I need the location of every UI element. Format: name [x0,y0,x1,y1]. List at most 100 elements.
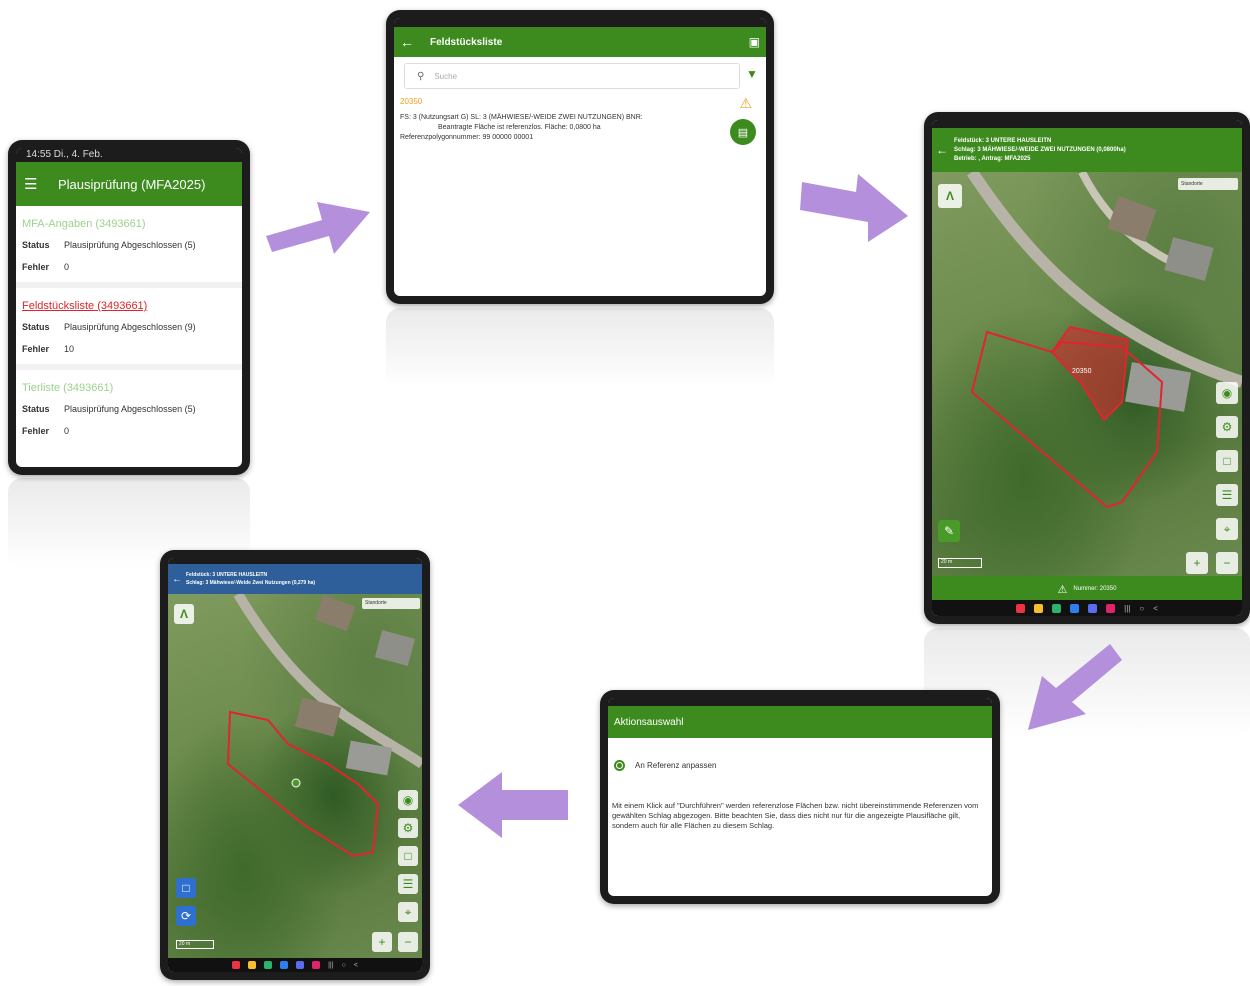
flow-arrow-1 [266,202,370,254]
app-icon[interactable] [312,961,321,969]
app-icon[interactable] [280,961,289,969]
layer-box-icon[interactable]: □ [1216,450,1238,472]
app-bar: ☰ Plausiprüfung (MFA2025) [16,162,242,206]
layer-box-icon[interactable]: □ [398,846,418,866]
info-bar[interactable]: ⚠ Nummer: 20350 [932,576,1242,602]
status-bar [932,120,1242,128]
radio-label: An Referenz anpassen [635,761,717,770]
app-bar: ← Feldstücksliste ▣ [394,27,766,57]
header-line3: Betrieb: , Antrag: MFA2025 [954,155,1031,162]
android-nav-bar: ||| ○ < [932,600,1242,616]
recents-icon[interactable]: ||| [1124,604,1130,613]
zoom-out-button[interactable]: − [1216,552,1238,574]
flow-arrow-4 [458,772,568,838]
map-view[interactable]: 20350 Λ Standorte ◉ ⚙ □ ☰ ⌖ ✎ + − 20 m [932,172,1242,576]
recents-icon[interactable]: ||| [328,962,333,969]
legend-box[interactable]: Standorte [1178,178,1238,190]
panel2-device: ← Feldstücksliste ▣ ⚲ Suche ▼ 20350 FS: … [386,10,774,304]
back-arrow-icon[interactable]: ← [936,143,954,157]
layers-icon[interactable]: ☰ [398,874,418,894]
app-icon[interactable] [232,961,241,969]
app-icon[interactable] [1070,603,1080,613]
error-value: 10 [64,344,75,354]
app-icon[interactable] [1106,603,1116,613]
info-label: Nummer: 20350 [1073,586,1117,592]
panel2-reflection [386,308,774,388]
app-icon[interactable] [1052,603,1062,613]
back-icon[interactable]: < [1153,604,1158,613]
item-line3: Referenzpolygonnummer: 99 00000 00001 [400,134,534,141]
north-arrow-icon[interactable]: Λ [174,604,194,624]
status-value: Plausiprüfung Abgeschlossen (5) [64,240,196,250]
locate-icon[interactable]: ⌖ [1216,518,1238,540]
target-icon[interactable]: ◉ [398,790,418,810]
panel3-screen: ← Feldstück: 3 UNTERE HAUSLEITN Schlag: … [932,120,1242,616]
status-bar [394,18,766,27]
settings-icon[interactable]: ⚙ [398,818,418,838]
layers-icon[interactable]: ☰ [1216,484,1238,506]
scale-label: 20 m [941,559,953,565]
scale-bar: 20 m [938,558,982,568]
polygon-label: 20350 [1072,368,1092,375]
section-feldstuecksliste[interactable]: Feldstücksliste (3493661) Status Plausipr… [16,288,242,370]
map-button[interactable]: ▤ [730,119,756,145]
section-title[interactable]: Tierliste (3493661) [22,382,236,394]
item-line1: FS: 3 (Nutzungsart G) SL: 3 (MÄHWIESE/-W… [400,114,643,121]
app-icon[interactable] [1016,603,1026,613]
menu-icon[interactable]: ☰ [24,175,50,193]
edit-icon[interactable]: ✎ [938,520,960,542]
home-icon[interactable]: ○ [342,962,346,969]
header-line2: Schlag: 3 Mähwiese/-Weide Zwei Nutzungen… [186,580,316,586]
document-icon[interactable]: □ [176,878,196,898]
share-icon[interactable]: ⟳ [176,906,196,926]
panel3-device: ← Feldstück: 3 UNTERE HAUSLEITN Schlag: … [924,112,1250,624]
app-icon[interactable] [296,961,305,969]
error-label: Fehler [22,262,50,272]
section-mfa[interactable]: MFA-Angaben (3493661) Status Plausiprüfun… [16,206,242,288]
filter-icon[interactable]: ▼ [746,67,762,85]
back-icon[interactable]: < [354,962,358,969]
search-area: ⚲ Suche ▼ [394,57,766,97]
status-label: Status [22,404,50,414]
zoom-in-button[interactable]: + [372,932,392,952]
panel5-device: ← Feldstück: 3 UNTERE HAUSLEITN Schlag: … [160,550,430,980]
home-icon[interactable]: ○ [1139,604,1144,613]
north-arrow-icon[interactable]: Λ [938,184,962,208]
search-input[interactable]: ⚲ Suche [404,63,740,89]
legend-box[interactable]: Standorte [362,598,420,609]
target-icon[interactable]: ◉ [1216,382,1238,404]
settings-icon[interactable]: ⚙ [1216,416,1238,438]
radio-selected-icon[interactable] [614,760,625,771]
section-tierliste[interactable]: Tierliste (3493661) Status Plausiprüfung … [16,370,242,446]
error-label: Fehler [22,344,50,354]
zoom-out-button[interactable]: − [398,932,418,952]
page-title: Aktionsauswahl [614,716,684,728]
zoom-in-button[interactable]: + [1186,552,1208,574]
app-icon[interactable] [248,961,257,969]
list-item[interactable]: 20350 FS: 3 (Nutzungsart G) SL: 3 (MÄHWI… [394,95,766,145]
panel1-device: 14:55 Di., 4. Feb. ☰ Plausiprüfung (MFA2… [8,140,250,475]
back-arrow-icon[interactable]: ← [172,574,186,585]
section-title-link[interactable]: Feldstücksliste (3493661) [22,300,236,312]
error-label: Fehler [22,426,50,436]
radio-option[interactable]: An Referenz anpassen [608,738,992,771]
app-icon[interactable] [1088,603,1098,613]
status-value: Plausiprüfung Abgeschlossen (9) [64,322,196,332]
back-arrow-icon[interactable]: ← [400,34,422,50]
flow-arrow-2 [800,174,908,242]
warning-icon: ⚠ [739,95,752,111]
description-text: Mit einem Klick auf "Durchführen" werden… [612,801,979,830]
section-title[interactable]: MFA-Angaben (3493661) [22,218,236,230]
locate-icon[interactable]: ⌖ [398,902,418,922]
app-icon[interactable] [1034,603,1044,613]
item-line2: Beantragte Fläche ist referenzlos. Fläch… [438,124,601,131]
legend-label: Standorte [1181,181,1203,187]
map-view[interactable]: Λ Standorte ◉ ⚙ □ ☰ ⌖ □ ⟳ + − 20 m [168,594,422,962]
app-icon[interactable] [264,961,273,969]
calendar-icon[interactable]: ▣ [749,35,760,49]
android-nav-bar: ||| ○ < [168,958,422,972]
status-label: Status [22,240,50,250]
app-bar: ← Feldstück: 3 UNTERE HAUSLEITN Schlag: … [932,128,1242,172]
scale-bar: 20 m [176,940,214,949]
legend-label: Standorte [365,600,387,606]
